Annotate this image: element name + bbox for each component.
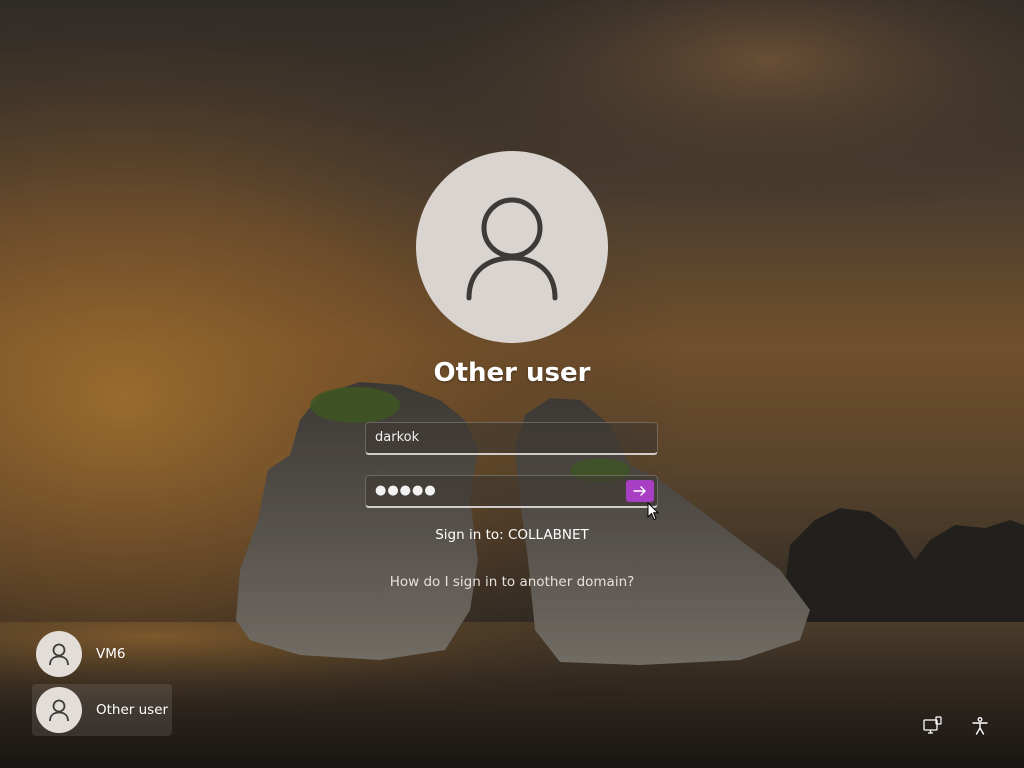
username-field[interactable]: darkok — [365, 422, 658, 455]
user-switcher-list: VM6 Other user — [32, 628, 172, 740]
other-domain-link[interactable]: How do I sign in to another domain? — [312, 574, 712, 590]
sign-in-domain-label: Sign in to: COLLABNET — [435, 527, 589, 543]
user-icon — [49, 643, 69, 666]
user-list-item-other-user[interactable]: Other user — [32, 684, 172, 736]
network-icon[interactable] — [920, 714, 944, 738]
user-icon — [49, 699, 69, 722]
sign-in-submit-button[interactable] — [626, 480, 654, 502]
accessibility-icon[interactable] — [968, 714, 992, 738]
user-list-item-label: Other user — [96, 702, 169, 718]
avatar — [36, 687, 82, 733]
password-value: ●●●●● — [375, 483, 437, 498]
mouse-pointer-icon — [647, 501, 660, 525]
arrow-right-icon — [633, 486, 646, 496]
username-value: darkok — [375, 430, 420, 445]
user-icon — [466, 197, 558, 301]
password-field[interactable]: ●●●●● — [365, 475, 658, 508]
avatar — [36, 631, 82, 677]
user-avatar — [416, 151, 608, 343]
user-title: Other user — [433, 358, 591, 388]
user-list-item-label: VM6 — [96, 646, 126, 662]
user-list-item-vm6[interactable]: VM6 — [32, 628, 172, 680]
